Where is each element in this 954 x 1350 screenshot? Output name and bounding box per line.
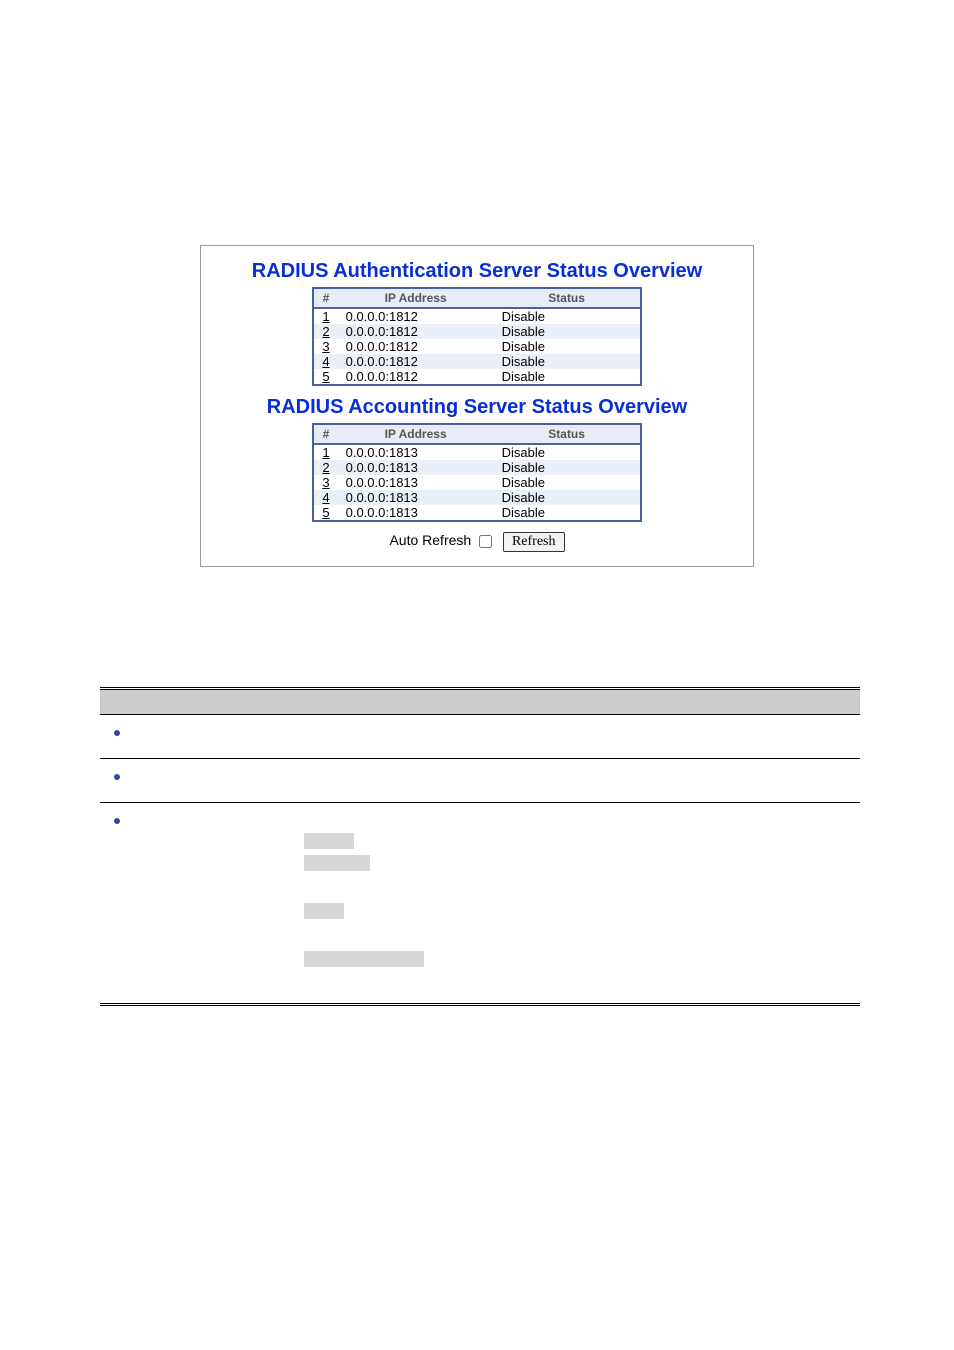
placeholder-box bbox=[304, 855, 370, 871]
row-link[interactable]: 1 bbox=[322, 309, 329, 324]
cell-ip: 0.0.0.0:1813 bbox=[338, 475, 494, 490]
cell-status: Disable bbox=[494, 339, 641, 354]
table-row: 4 0.0.0.0:1813Disable bbox=[313, 490, 640, 505]
col-status: Status bbox=[494, 424, 641, 444]
cell-status: Disable bbox=[494, 490, 641, 505]
description-table bbox=[100, 687, 860, 1006]
desc-row bbox=[100, 715, 860, 759]
cell-ip: 0.0.0.0:1813 bbox=[338, 505, 494, 521]
row-link[interactable]: 2 bbox=[322, 324, 329, 339]
table-row: 4 0.0.0.0:1812Disable bbox=[313, 354, 640, 369]
row-link[interactable]: 2 bbox=[322, 460, 329, 475]
placeholder-box bbox=[304, 903, 344, 919]
cell-ip: 0.0.0.0:1813 bbox=[338, 444, 494, 460]
table-row: 3 0.0.0.0:1812Disable bbox=[313, 339, 640, 354]
cell-ip: 0.0.0.0:1812 bbox=[338, 369, 494, 385]
table-row: 3 0.0.0.0:1813Disable bbox=[313, 475, 640, 490]
cell-ip: 0.0.0.0:1812 bbox=[338, 324, 494, 339]
auth-heading: RADIUS Authentication Server Status Over… bbox=[213, 260, 741, 283]
row-link[interactable]: 4 bbox=[322, 354, 329, 369]
col-num: # bbox=[313, 424, 337, 444]
desc-row bbox=[100, 803, 860, 1005]
placeholder-box bbox=[304, 951, 424, 967]
bullet-icon bbox=[114, 818, 120, 824]
auth-table: # IP Address Status 10.0.0.0:1812Disable… bbox=[312, 287, 641, 386]
cell-status: Disable bbox=[494, 444, 641, 460]
cell-status: Disable bbox=[494, 460, 641, 475]
col-num: # bbox=[313, 288, 337, 308]
cell-ip: 0.0.0.0:1812 bbox=[338, 339, 494, 354]
table-row: 5 0.0.0.0:1812Disable bbox=[313, 369, 640, 385]
cell-ip: 0.0.0.0:1813 bbox=[338, 460, 494, 475]
table-row: 1 0.0.0.0:1813Disable bbox=[313, 444, 640, 460]
acct-table: # IP Address Status 10.0.0.0:1813Disable… bbox=[312, 423, 641, 522]
refresh-button[interactable]: Refresh bbox=[503, 532, 565, 552]
acct-heading: RADIUS Accounting Server Status Overview bbox=[213, 396, 741, 419]
row-link[interactable]: 5 bbox=[322, 369, 329, 384]
placeholder-box bbox=[304, 833, 354, 849]
cell-ip: 0.0.0.0:1812 bbox=[338, 308, 494, 324]
col-ip: IP Address bbox=[338, 424, 494, 444]
cell-status: Disable bbox=[494, 369, 641, 385]
auto-refresh-label: Auto Refresh bbox=[389, 532, 471, 548]
table-row: 1 0.0.0.0:1812Disable bbox=[313, 308, 640, 324]
desc-row bbox=[100, 759, 860, 803]
cell-status: Disable bbox=[494, 475, 641, 490]
bullet-icon bbox=[114, 730, 120, 736]
cell-ip: 0.0.0.0:1812 bbox=[338, 354, 494, 369]
table-row: 2 0.0.0.0:1813Disable bbox=[313, 460, 640, 475]
row-link[interactable]: 1 bbox=[322, 445, 329, 460]
row-link[interactable]: 5 bbox=[322, 505, 329, 520]
cell-ip: 0.0.0.0:1813 bbox=[338, 490, 494, 505]
col-status: Status bbox=[494, 288, 641, 308]
auto-refresh-checkbox[interactable] bbox=[479, 535, 492, 548]
desc-col-description bbox=[296, 689, 860, 715]
col-ip: IP Address bbox=[338, 288, 494, 308]
cell-status: Disable bbox=[494, 505, 641, 521]
bullet-icon bbox=[114, 774, 120, 780]
cell-status: Disable bbox=[494, 354, 641, 369]
table-row: 5 0.0.0.0:1813Disable bbox=[313, 505, 640, 521]
row-link[interactable]: 3 bbox=[322, 475, 329, 490]
row-link[interactable]: 3 bbox=[322, 339, 329, 354]
row-link[interactable]: 4 bbox=[322, 490, 329, 505]
radius-overview-panel: RADIUS Authentication Server Status Over… bbox=[200, 245, 754, 567]
desc-col-object bbox=[100, 689, 296, 715]
cell-status: Disable bbox=[494, 324, 641, 339]
table-row: 2 0.0.0.0:1812Disable bbox=[313, 324, 640, 339]
controls-row: Auto Refresh Refresh bbox=[213, 532, 741, 552]
cell-status: Disable bbox=[494, 308, 641, 324]
